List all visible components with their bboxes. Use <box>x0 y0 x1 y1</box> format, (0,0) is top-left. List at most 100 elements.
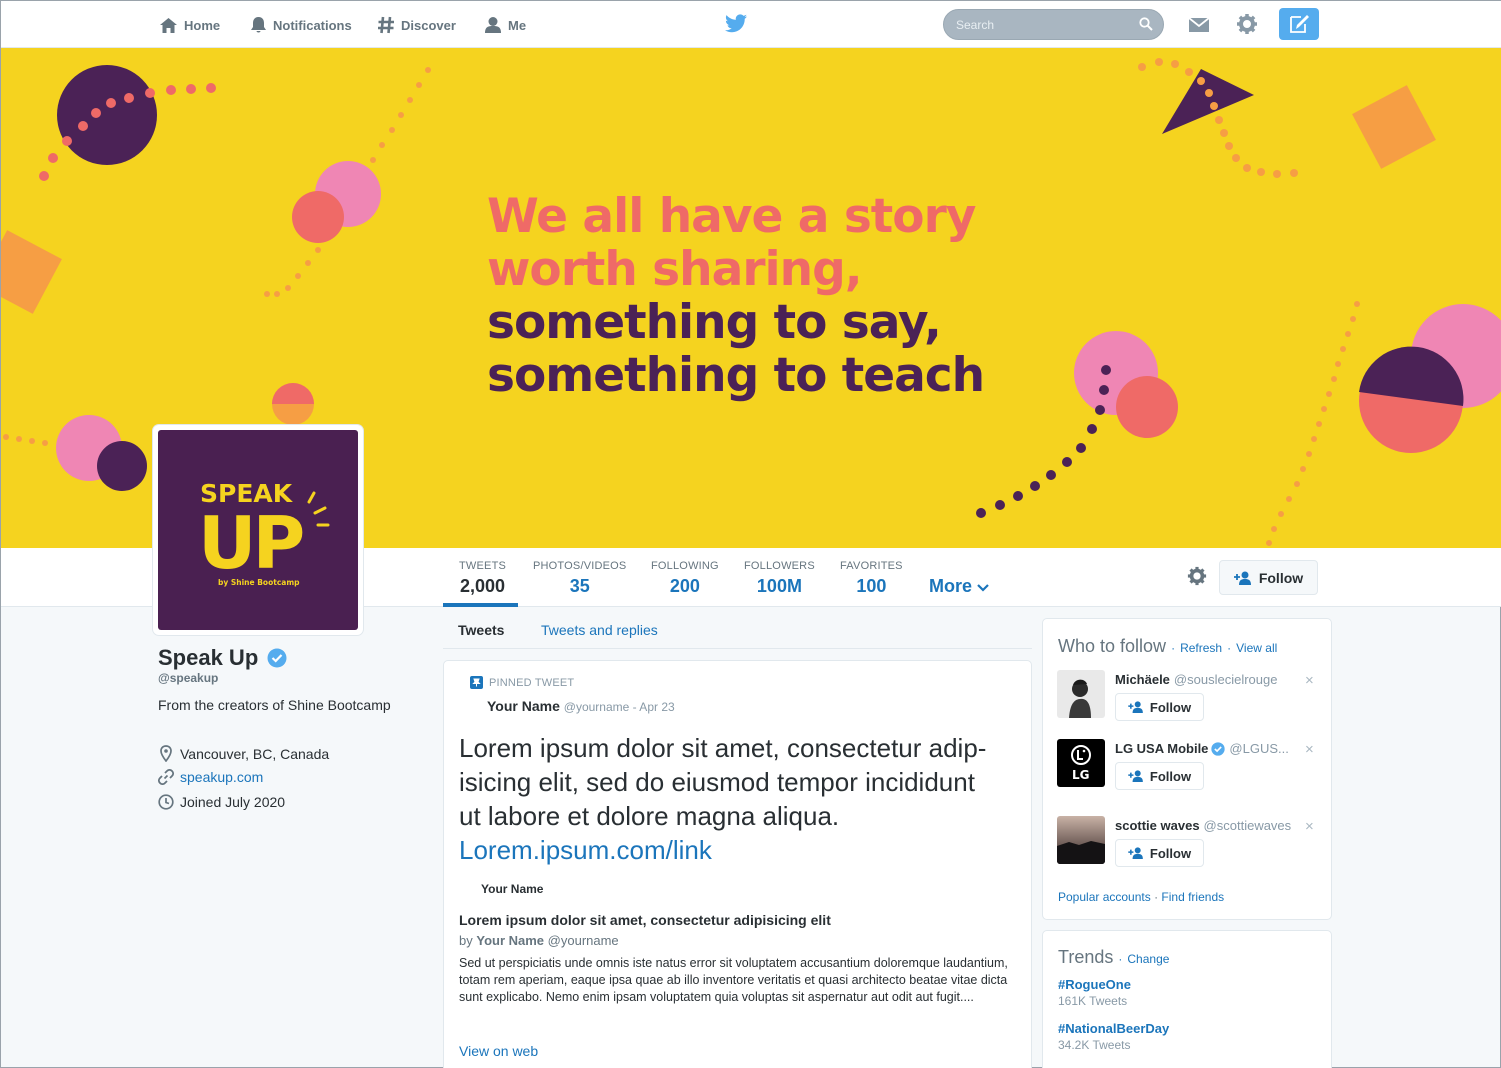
profile-name: Speak Up <box>158 645 287 671</box>
suggestion-follow-label: Follow <box>1149 699 1192 715</box>
bell-icon <box>251 17 266 33</box>
trend-count: 34.2K Tweets <box>1058 1038 1131 1052</box>
profile-handle[interactable]: @speakup <box>158 671 218 685</box>
compose-tweet-button[interactable] <box>1279 8 1319 40</box>
suggestion-follow-button[interactable]: Follow <box>1115 762 1204 790</box>
home-icon <box>160 17 177 33</box>
dismiss-suggestion-button[interactable]: × <box>1305 741 1314 758</box>
stat-following[interactable]: FOLLOWING 200 <box>651 560 719 597</box>
tweet-author-name[interactable]: Your Name <box>487 698 560 714</box>
chevron-down-icon <box>977 584 989 592</box>
nav-notifications-label: Notifications <box>273 17 352 33</box>
card-by-name[interactable]: Your Name <box>476 933 544 948</box>
link-icon <box>158 769 174 785</box>
tweet-text-line-3: ut labore et dolore magna aliqua. <box>459 801 840 831</box>
top-navigation: Home Notifications Discover Me <box>1 1 1501 48</box>
nav-notifications[interactable]: Notifications <box>250 13 352 37</box>
hashtag-icon <box>378 16 394 34</box>
pin-icon <box>470 676 483 689</box>
dismiss-suggestion-button[interactable]: × <box>1305 818 1314 835</box>
trend-tag[interactable]: #NationalBeerDay <box>1058 1021 1169 1036</box>
suggestion-name-text[interactable]: Michäele <box>1115 672 1170 687</box>
nav-home-label: Home <box>184 17 221 33</box>
lg-logo-text: LG <box>1072 768 1090 782</box>
card-by-handle[interactable]: @yourname <box>548 933 619 948</box>
trends-title: Trends <box>1058 947 1114 967</box>
stat-photos-videos[interactable]: PHOTOS/VIDEOS 35 <box>533 560 626 597</box>
slogan-line-3: something to say, <box>487 295 942 350</box>
nav-me[interactable]: Me <box>484 13 526 37</box>
profile-location: Vancouver, BC, Canada <box>158 745 329 762</box>
card-title[interactable]: Lorem ipsum dolor sit amet, consectetur … <box>459 912 831 928</box>
follow-button[interactable]: Follow <box>1219 560 1318 595</box>
popular-accounts-link[interactable]: Popular accounts <box>1058 890 1151 904</box>
wtf-footer-separator: · <box>1154 890 1159 904</box>
tweet-author[interactable]: Your Name @yourname - Apr 23 <box>487 698 675 714</box>
search-input[interactable] <box>944 10 1124 39</box>
profile-website[interactable]: speakup.com <box>158 769 263 785</box>
view-all-link[interactable]: View all <box>1236 641 1277 655</box>
pinned-tweet[interactable]: PINNED TWEET Your Name @yourname - Apr 2… <box>443 660 1032 1068</box>
view-on-web-link[interactable]: View on web <box>459 1043 538 1059</box>
search-box[interactable] <box>943 9 1164 40</box>
trend-tag[interactable]: #RogueOne <box>1058 977 1131 992</box>
suggestion-item: LG LG USA Mobile @LGUS... Follow × <box>1057 739 1327 791</box>
refresh-link[interactable]: Refresh <box>1180 641 1222 655</box>
nav-home[interactable]: Home <box>159 13 220 37</box>
suggestion-follow-button[interactable]: Follow <box>1115 693 1204 721</box>
stat-photos-label: PHOTOS/VIDEOS <box>533 560 627 572</box>
slogan-line-4: something to teach <box>487 348 985 403</box>
find-friends-link[interactable]: Find friends <box>1161 890 1224 904</box>
profile-bio: From the creators of Shine Bootcamp <box>158 697 391 713</box>
tab-tweets-and-replies[interactable]: Tweets and replies <box>541 622 658 638</box>
trends-change-link[interactable]: Change <box>1127 952 1169 966</box>
slogan-line-2: worth sharing, <box>487 242 863 297</box>
suggestion-name[interactable]: LG USA Mobile @LGUS... <box>1115 741 1289 756</box>
suggestion-handle: @souslecielrouge <box>1173 672 1278 687</box>
suggestion-item: scottie waves @scottiewaves Follow × <box>1057 816 1327 868</box>
trend-item[interactable]: #NationalBeerDay 34.2K Tweets <box>1058 1021 1169 1052</box>
search-icon[interactable] <box>1139 17 1153 31</box>
profile-website-link[interactable]: speakup.com <box>180 769 263 785</box>
person-icon <box>485 17 501 33</box>
banner-slogan: We all have a story worth sharing, somet… <box>487 189 985 403</box>
logo-big-text: UP <box>198 501 302 585</box>
clock-icon <box>158 794 174 810</box>
avatar[interactable] <box>1057 670 1105 718</box>
more-menu-button[interactable]: More <box>929 576 989 597</box>
tweet-link[interactable]: Lorem.ipsum.com/link <box>459 835 712 865</box>
suggestion-name[interactable]: scottie waves @scottiewaves <box>1115 818 1291 833</box>
stat-tweets[interactable]: TWEETS 2,000 <box>459 560 506 597</box>
avatar[interactable] <box>1057 816 1105 864</box>
stat-tweets-value: 2,000 <box>460 576 506 596</box>
wtf-separator-1: · <box>1171 641 1176 655</box>
speak-up-logo-art: SPEAK UP by Shine Bootcamp <box>198 479 330 587</box>
trend-item[interactable]: #RogueOne 161K Tweets <box>1058 977 1131 1008</box>
profile-location-text: Vancouver, BC, Canada <box>180 745 330 762</box>
card-author[interactable]: Your Name <box>481 882 543 896</box>
suggestion-follow-button[interactable]: Follow <box>1115 839 1204 867</box>
slogan-line-1: We all have a story <box>487 189 976 244</box>
stat-followers[interactable]: FOLLOWERS 100M <box>744 560 815 597</box>
stat-favorites[interactable]: FAVORITES 100 <box>840 560 903 597</box>
tweet-tabs: Tweets Tweets and replies <box>443 609 1032 649</box>
add-user-icon <box>1233 571 1251 585</box>
speak-up-logo: SPEAK UP by Shine Bootcamp <box>158 430 358 630</box>
dismiss-suggestion-button[interactable]: × <box>1305 672 1314 689</box>
who-to-follow-footer: Popular accounts · Find friends <box>1058 890 1224 904</box>
profile-avatar[interactable]: SPEAK UP by Shine Bootcamp <box>153 425 363 635</box>
more-label: More <box>929 576 973 596</box>
suggestion-name-text[interactable]: scottie waves <box>1115 818 1200 833</box>
settings-button[interactable] <box>1236 13 1258 40</box>
nav-discover[interactable]: Discover <box>377 13 456 37</box>
suggestion-name-text[interactable]: LG USA Mobile <box>1115 741 1208 756</box>
messages-button[interactable] <box>1188 16 1210 39</box>
tweet-text: Lorem ipsum dolor sit amet, consectetur … <box>459 731 1024 867</box>
twitter-logo[interactable] <box>725 14 747 38</box>
suggestion-name[interactable]: Michäele @souslecielrouge <box>1115 672 1277 687</box>
avatar[interactable]: LG <box>1057 739 1105 787</box>
tab-tweets[interactable]: Tweets <box>458 622 504 638</box>
who-to-follow-panel: Who to follow · Refresh · View all Michä… <box>1042 618 1332 920</box>
profile-settings-button[interactable] <box>1187 566 1207 591</box>
follow-button-label: Follow <box>1258 569 1304 586</box>
